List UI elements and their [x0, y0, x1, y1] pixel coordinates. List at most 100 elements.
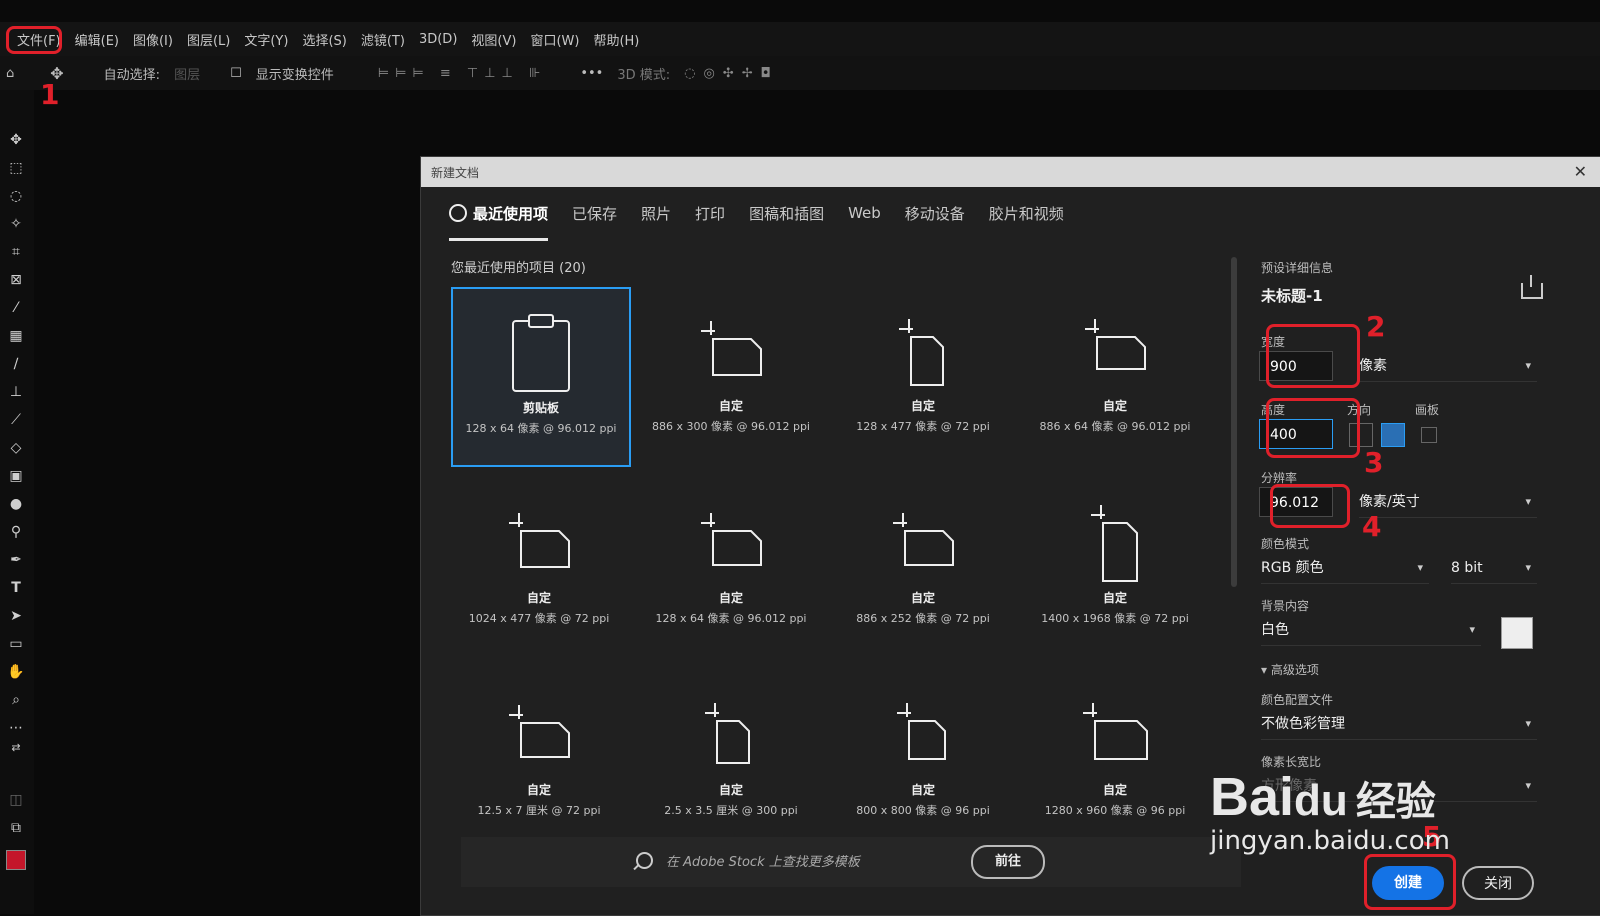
chevron-down-icon: ▾: [1525, 359, 1531, 372]
tab-print[interactable]: 打印: [695, 195, 725, 232]
pen-icon[interactable]: ✒: [5, 550, 27, 570]
blur-icon[interactable]: ●: [5, 494, 27, 514]
path-select-icon[interactable]: ➤: [5, 606, 27, 626]
stamp-icon[interactable]: ⊥: [5, 382, 27, 402]
dialog-titlebar: 新建文档 ✕: [421, 157, 1600, 187]
eraser-icon[interactable]: ◇: [5, 438, 27, 458]
auto-select-dropdown[interactable]: 图层: [174, 64, 200, 83]
document-name[interactable]: 未标题-1: [1261, 285, 1323, 306]
align-icons[interactable]: ⊨⊨⊨ ≡ ⊤⊥⊥ ⊪: [378, 66, 547, 81]
magic-wand-icon[interactable]: ✧: [5, 214, 27, 234]
save-preset-icon[interactable]: [1521, 275, 1543, 299]
preset-card-clipboard[interactable]: 剪贴板 128 x 64 像素 @ 96.012 ppi: [451, 287, 631, 467]
tab-film-video[interactable]: 胶片和视频: [989, 195, 1064, 232]
background-select[interactable]: 白色 ▾: [1261, 615, 1481, 646]
swap-colors-icon[interactable]: ⇄: [5, 738, 27, 758]
gradient-icon[interactable]: ▣: [5, 466, 27, 486]
preset-card[interactable]: 自定 2.5 x 3.5 厘米 @ 300 ppi: [643, 671, 819, 847]
preset-card[interactable]: 自定 128 x 64 像素 @ 96.012 ppi: [643, 479, 819, 655]
menu-filter[interactable]: 滤镜(T): [354, 30, 412, 49]
stock-search-bar: 在 Adobe Stock 上查找更多模板 前往: [461, 837, 1241, 887]
3d-mode-icons[interactable]: ◌◎✣✢◘: [684, 66, 779, 81]
tab-mobile[interactable]: 移动设备: [905, 195, 965, 232]
auto-select-label: 自动选择:: [103, 67, 161, 83]
history-brush-icon[interactable]: ⟋: [5, 410, 27, 430]
preset-name: 自定: [718, 783, 743, 797]
menu-window[interactable]: 窗口(W): [523, 30, 586, 49]
width-unit-select[interactable]: 像素 ▾: [1359, 351, 1537, 382]
move-icon[interactable]: ✥: [5, 130, 27, 150]
type-icon[interactable]: T: [5, 578, 27, 598]
menu-help[interactable]: 帮助(H): [586, 30, 646, 49]
brush-icon[interactable]: ∕: [5, 354, 27, 374]
frame-icon[interactable]: ⊠: [5, 270, 27, 290]
landscape-icon[interactable]: [1381, 423, 1405, 447]
lasso-icon[interactable]: ◌: [5, 186, 27, 206]
menu-view[interactable]: 视图(V): [464, 30, 523, 49]
quick-mask-icon[interactable]: ◫: [5, 790, 27, 810]
crop-icon[interactable]: ⌗: [5, 242, 27, 262]
tab-photo[interactable]: 照片: [641, 195, 671, 232]
preset-size: 128 x 64 像素 @ 96.012 ppi: [465, 422, 617, 435]
stock-search-input[interactable]: 在 Adobe Stock 上查找更多模板: [666, 851, 860, 870]
preset-card[interactable]: 自定 1400 x 1968 像素 @ 72 ppi: [1027, 479, 1203, 655]
preset-size: 1024 x 477 像素 @ 72 ppi: [468, 612, 610, 625]
resolution-unit-select[interactable]: 像素/英寸 ▾: [1359, 487, 1537, 518]
color-mode-select[interactable]: RGB 颜色 ▾: [1261, 553, 1429, 584]
close-icon[interactable]: ✕: [1574, 162, 1587, 181]
preset-size: 2.5 x 3.5 厘米 @ 300 ppi: [664, 804, 798, 817]
home-icon[interactable]: ⌂: [6, 66, 14, 81]
zoom-icon[interactable]: ⌕: [5, 690, 27, 710]
preset-card[interactable]: 自定 886 x 252 像素 @ 72 ppi: [835, 479, 1011, 655]
marquee-icon[interactable]: ⬚: [5, 158, 27, 178]
color-profile-select[interactable]: 不做色彩管理 ▾: [1261, 709, 1537, 740]
preset-size: 886 x 300 像素 @ 96.012 ppi: [652, 420, 810, 433]
menu-3d[interactable]: 3D(D): [412, 32, 464, 47]
document-icon: [1083, 703, 1148, 760]
chevron-down-icon: ▾: [1525, 495, 1531, 508]
preset-card[interactable]: 自定 12.5 x 7 厘米 @ 72 ppi: [451, 671, 627, 847]
tab-web[interactable]: Web: [848, 196, 881, 230]
go-button[interactable]: 前往: [971, 845, 1045, 879]
rectangle-icon[interactable]: ▭: [5, 634, 27, 654]
preset-card[interactable]: 自定 128 x 477 像素 @ 72 ppi: [835, 287, 1011, 463]
annotation-box-file: [6, 26, 62, 54]
tab-recent[interactable]: 最近使用项: [449, 195, 549, 241]
preset-card[interactable]: 自定 800 x 800 像素 @ 96 ppi: [835, 671, 1011, 847]
preset-card[interactable]: 自定 886 x 300 像素 @ 96.012 ppi: [643, 287, 819, 463]
more-tools-icon[interactable]: ⋯: [5, 718, 27, 738]
background-color-swatch[interactable]: [1501, 617, 1533, 649]
hand-icon[interactable]: ✋: [5, 662, 27, 682]
screen-mode-icon[interactable]: ⧉: [5, 818, 27, 838]
document-icon: [1091, 505, 1138, 582]
tab-saved[interactable]: 已保存: [572, 195, 617, 232]
menu-type[interactable]: 文字(Y): [237, 30, 295, 49]
bit-depth-select[interactable]: 8 bit ▾: [1451, 553, 1537, 584]
annotation-box-height: [1266, 398, 1360, 458]
healing-icon[interactable]: ▦: [5, 326, 27, 346]
eyedropper-icon[interactable]: ⁄: [5, 298, 27, 318]
dialog-title: 新建文档: [431, 165, 480, 180]
menu-layer[interactable]: 图层(L): [180, 30, 237, 49]
more-options-icon[interactable]: •••: [580, 66, 603, 81]
menu-edit[interactable]: 编辑(E): [68, 30, 126, 49]
orientation-group: [1349, 423, 1449, 447]
show-transform-checkbox[interactable]: ☐: [230, 66, 242, 81]
preset-card[interactable]: 自定 886 x 64 像素 @ 96.012 ppi: [1027, 287, 1203, 463]
preset-size: 12.5 x 7 厘米 @ 72 ppi: [477, 804, 601, 817]
clipboard-icon: [512, 314, 570, 392]
foreground-color[interactable]: [6, 850, 26, 870]
dodge-icon[interactable]: ⚲: [5, 522, 27, 542]
document-icon: [509, 705, 570, 758]
chevron-down-icon: ▾: [1525, 717, 1531, 730]
artboard-checkbox[interactable]: [1421, 427, 1437, 443]
menu-select[interactable]: 选择(S): [295, 30, 353, 49]
tab-art-illustration[interactable]: 图稿和插图: [749, 195, 824, 232]
close-button[interactable]: 关闭: [1462, 866, 1534, 900]
preset-card[interactable]: 自定 1280 x 960 像素 @ 96 ppi: [1027, 671, 1203, 847]
preset-card[interactable]: 自定 1024 x 477 像素 @ 72 ppi: [451, 479, 627, 655]
chevron-down-icon: ▾: [1525, 779, 1531, 792]
presets-scrollbar[interactable]: [1231, 257, 1237, 587]
advanced-options-toggle[interactable]: ▾ 高级选项: [1261, 661, 1319, 678]
menu-image[interactable]: 图像(I): [126, 30, 180, 49]
